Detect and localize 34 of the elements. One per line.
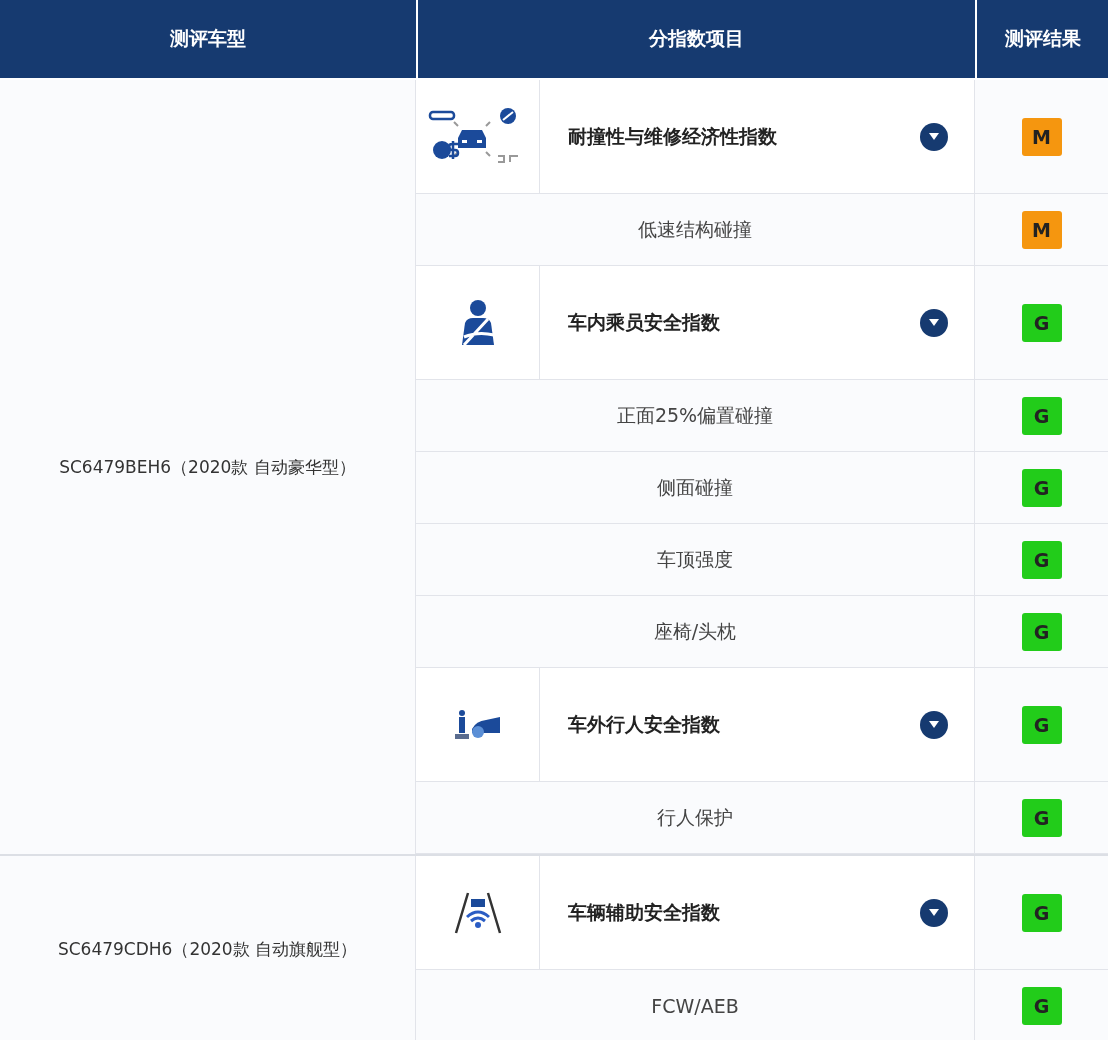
table-cell: 正面25%偏置碰撞	[416, 380, 975, 452]
caret-icon	[929, 721, 939, 728]
rating-badge: M	[1021, 117, 1062, 156]
rating-badge: G	[1021, 986, 1062, 1025]
dropdown-toggle[interactable]	[920, 122, 948, 151]
index-name: 车外行人安全指数	[568, 711, 720, 737]
rating-badge: G	[1021, 893, 1062, 932]
column-header: 测评车型	[169, 26, 247, 51]
table-cell: 车顶强度	[416, 524, 975, 596]
index-name: 车内乘员安全指数	[568, 309, 720, 335]
caret-icon	[929, 909, 939, 916]
index-name: 车辆辅助安全指数	[568, 899, 720, 925]
caret-icon	[929, 319, 939, 326]
rating-badge: M	[1021, 210, 1062, 249]
rating-badge: G	[1021, 798, 1062, 837]
table-cell: 侧面碰撞	[416, 452, 975, 524]
lane-assist-icon	[453, 890, 502, 935]
rating-badge: G	[1021, 396, 1062, 435]
rating-badge: G	[1021, 705, 1062, 744]
rating-badge: G	[1021, 540, 1062, 579]
rating-badge: G	[1021, 468, 1062, 507]
rating-badge: G	[1021, 612, 1062, 651]
table-cell: 座椅/头枕	[416, 596, 975, 668]
dropdown-toggle[interactable]	[920, 898, 948, 927]
caret-icon	[929, 133, 939, 140]
rating-badge: G	[1021, 303, 1062, 342]
pedestrian-car-icon	[453, 708, 502, 741]
dropdown-toggle[interactable]	[920, 308, 948, 337]
column-header: 分指数项目	[416, 0, 975, 78]
column-header: 测评结果	[975, 0, 1108, 78]
table-cell: 低速结构碰撞	[416, 194, 975, 266]
table-cell: 行人保护	[416, 782, 975, 854]
index-name: 耐撞性与维修经济性指数	[568, 123, 777, 149]
dropdown-toggle[interactable]	[920, 710, 948, 739]
